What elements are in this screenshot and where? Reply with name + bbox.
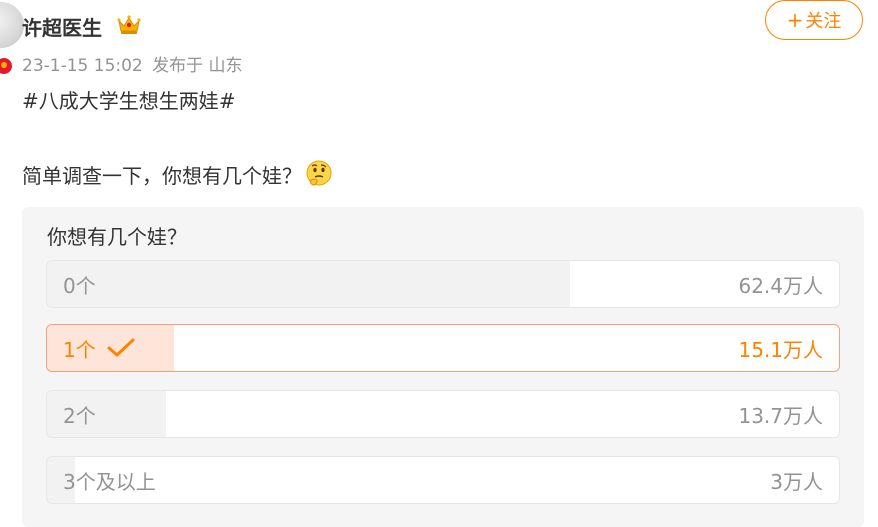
post-text: 简单调查一下，你想有几个娃？ <box>22 163 302 188</box>
poll-option-label: 0个 <box>63 273 96 298</box>
poll-option-bar <box>47 261 570 307</box>
topic-hashtag[interactable]: #八成大学生想生两娃# <box>22 85 236 114</box>
poll-option-text: 1个 <box>63 337 96 362</box>
poll-title: 你想有几个娃？ <box>47 225 187 249</box>
post-timestamp: 23-1-15 15:02 <box>22 56 143 76</box>
poll-option-count: 15.1万人 <box>738 337 823 362</box>
avatar[interactable] <box>0 2 24 48</box>
poll-option-count: 13.7万人 <box>738 403 823 428</box>
thinking-emoji-icon <box>306 160 332 186</box>
poll-option-0[interactable]: 0个 62.4万人 <box>46 260 840 308</box>
verified-badge-icon <box>0 56 14 76</box>
poll-option-3[interactable]: 3个及以上 3万人 <box>46 456 840 504</box>
poll-option-label: 2个 <box>63 403 96 428</box>
crown-badge-icon <box>117 15 141 34</box>
poll-option-1[interactable]: 1个 15.1万人 <box>46 324 840 372</box>
poll-option-2[interactable]: 2个 13.7万人 <box>46 390 840 438</box>
author-name[interactable]: 许超医生 <box>22 12 102 41</box>
post-meta: 23-1-15 15:02 发布于 山东 <box>22 51 243 76</box>
checkmark-icon <box>107 338 135 357</box>
post-text-line: 简单调查一下，你想有几个娃？ <box>22 159 334 189</box>
post-source: 发布于 山东 <box>152 56 243 76</box>
poll-option-count: 3万人 <box>770 469 823 494</box>
follow-button[interactable]: + 关注 <box>765 0 863 40</box>
poll-option-label: 1个 <box>63 325 136 371</box>
poll-option-label: 3个及以上 <box>63 469 156 494</box>
follow-label: 关注 <box>805 11 842 32</box>
plus-icon: + <box>786 8 804 32</box>
poll-option-count: 62.4万人 <box>738 273 823 298</box>
poll-card: 你想有几个娃？ 0个 62.4万人 1个 15.1万人 2个 13.7万人 3个… <box>22 207 864 527</box>
